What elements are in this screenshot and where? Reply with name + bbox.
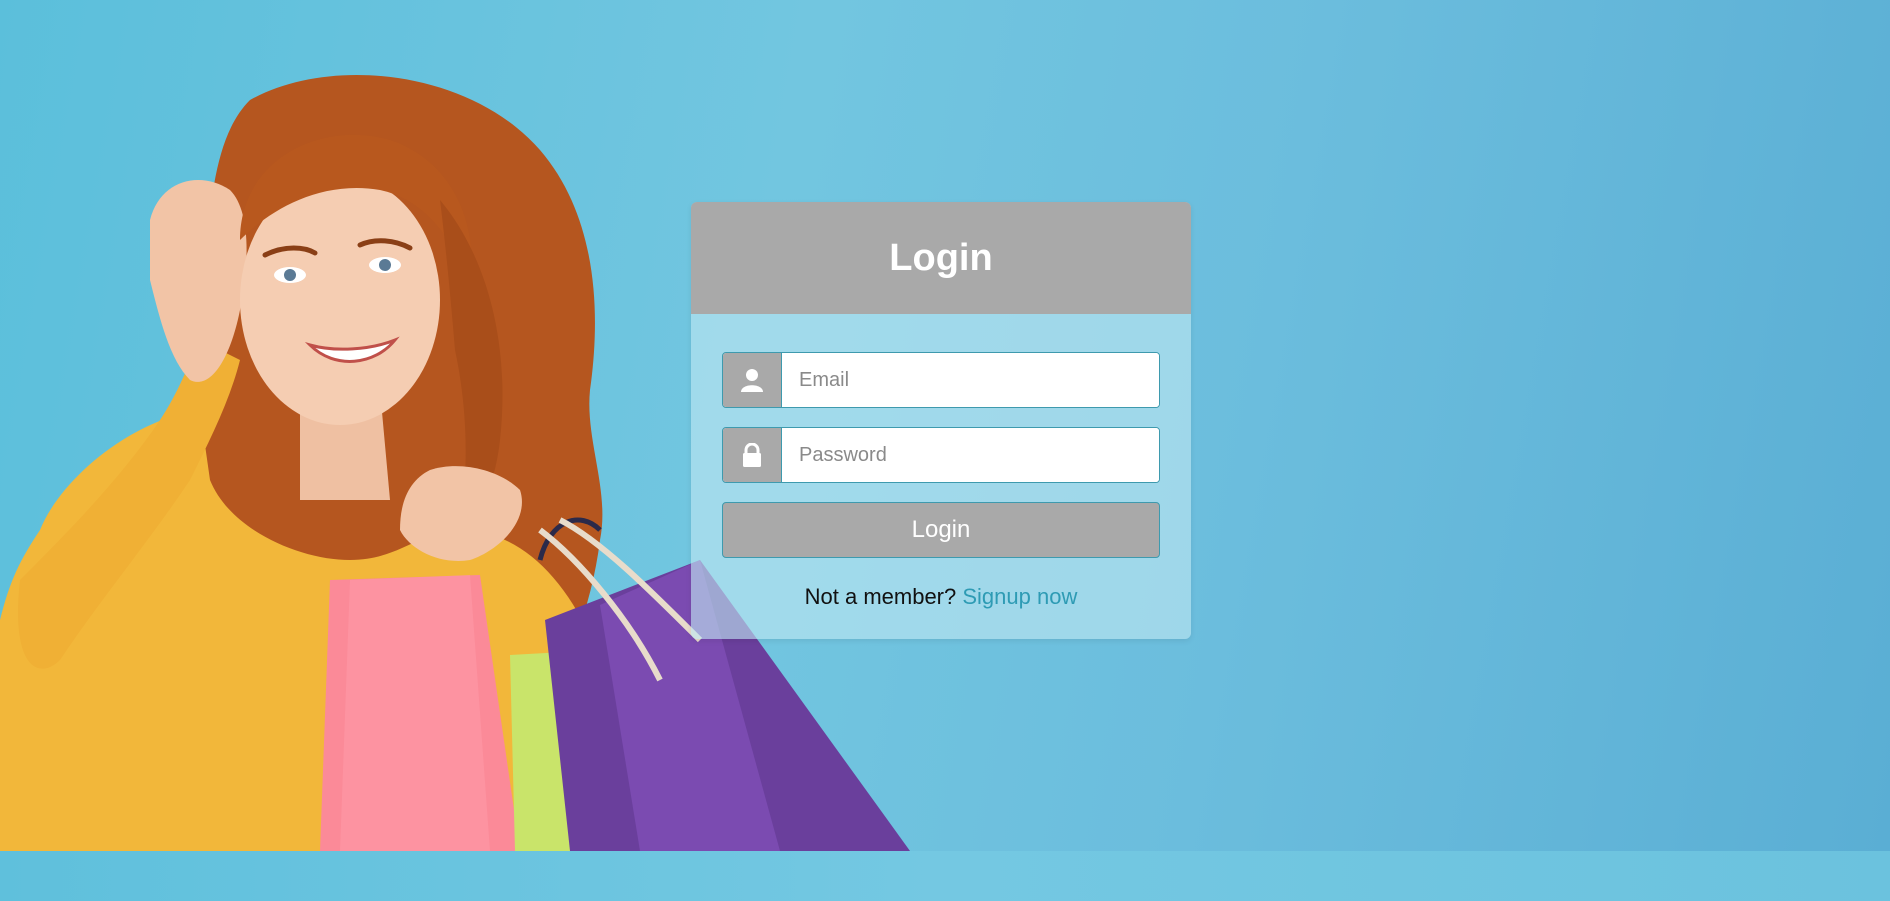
password-input-group	[722, 427, 1160, 483]
signup-link[interactable]: Signup now	[962, 584, 1077, 609]
user-icon	[723, 353, 782, 407]
login-form: Login Not a member? Signup now	[691, 314, 1191, 610]
email-input[interactable]	[782, 353, 1159, 407]
bottom-strip	[0, 851, 1890, 901]
login-button[interactable]: Login	[722, 502, 1160, 558]
login-title: Login	[889, 236, 993, 279]
lock-icon	[723, 428, 782, 482]
signup-line: Not a member? Signup now	[722, 584, 1160, 610]
login-card: Login Email Login Not a member? Signup n…	[691, 202, 1191, 639]
login-page: Login Email Login Not a member? Signup n…	[0, 0, 1890, 901]
signup-prompt: Not a member?	[804, 584, 957, 609]
password-input[interactable]	[782, 428, 1159, 482]
login-card-header: Login	[691, 202, 1191, 314]
email-input-group	[722, 352, 1160, 408]
